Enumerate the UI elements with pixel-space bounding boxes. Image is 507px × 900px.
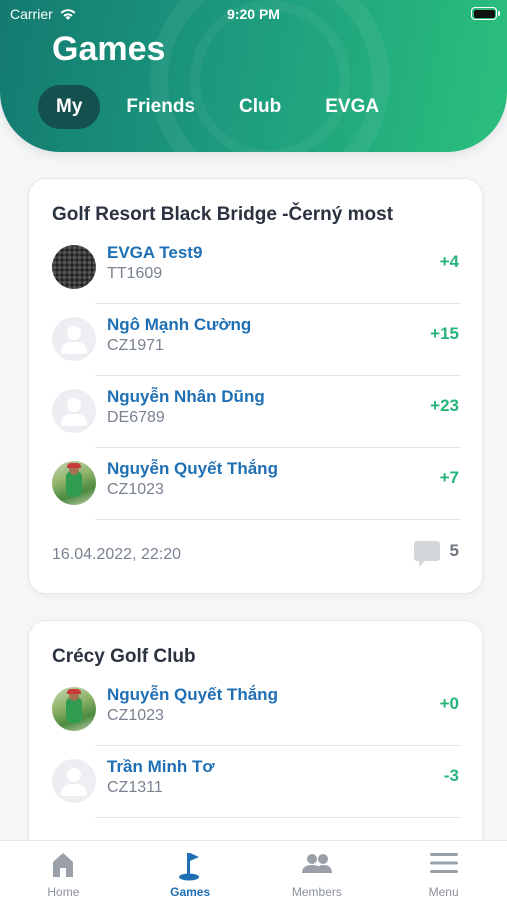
nav-members-label: Members — [291, 885, 342, 899]
player-name: Nguyễn Quyết Thắng — [107, 685, 278, 704]
tab-my[interactable]: My — [38, 85, 101, 129]
player-score: +0 — [439, 694, 459, 713]
player-row[interactable]: Ngô Mạnh Cường CZ1971 +15 — [29, 304, 484, 376]
player-score: +7 — [439, 468, 459, 487]
golf-flag-icon — [179, 853, 200, 881]
player-score: +15 — [430, 324, 459, 343]
header: Carrier 9:20 PM Games My Friends Club EV… — [0, 0, 507, 152]
player-code: CZ1023 — [107, 481, 164, 498]
nav-games[interactable]: Games — [127, 841, 254, 900]
comment-count: 5 — [449, 541, 459, 560]
tab-bar: My Friends Club EVGA — [38, 85, 397, 129]
player-row[interactable]: Trần Minh Tơ CZ1311 -3 — [29, 746, 484, 818]
nav-home[interactable]: Home — [0, 841, 127, 900]
player-score: +23 — [430, 396, 459, 415]
nav-menu-label: Menu — [428, 885, 459, 899]
menu-icon — [429, 853, 458, 873]
avatar-placeholder — [52, 389, 96, 433]
avatar-photo — [52, 687, 96, 731]
divider — [95, 817, 461, 818]
player-row[interactable]: EVGA Test9 TT1609 +4 — [29, 232, 484, 304]
player-code: CZ1311 — [107, 779, 163, 796]
avatar-photo — [52, 461, 96, 505]
player-code: TT1609 — [107, 265, 163, 282]
nav-members[interactable]: Members — [254, 841, 381, 900]
player-code: CZ1971 — [107, 337, 164, 354]
avatar-placeholder — [52, 317, 96, 361]
avatar-golf-ball — [52, 245, 96, 289]
player-name: EVGA Test9 — [107, 243, 203, 262]
player-name: Nguyễn Quyết Thắng — [107, 459, 278, 478]
divider — [95, 519, 461, 520]
battery-icon — [471, 7, 500, 20]
player-row[interactable]: Nguyễn Nhân Dũng DE6789 +23 — [29, 376, 484, 448]
nav-menu[interactable]: Menu — [380, 841, 507, 900]
player-name: Ngô Mạnh Cường — [107, 315, 252, 334]
members-icon — [301, 854, 332, 873]
player-code: CZ1023 — [107, 707, 164, 724]
nav-home-label: Home — [47, 885, 80, 899]
course-name: Crécy Golf Club — [52, 646, 196, 667]
player-name: Nguyễn Nhân Dũng — [107, 387, 265, 406]
player-code: DE6789 — [107, 409, 165, 426]
comments-button[interactable]: 5 — [413, 541, 459, 567]
bottom-nav: Home Games Members Menu — [0, 840, 507, 900]
avatar-placeholder — [52, 759, 96, 803]
player-score: -3 — [443, 766, 459, 785]
status-bar: Carrier 9:20 PM — [0, 0, 507, 28]
page-title: Games — [52, 30, 166, 68]
tab-friends[interactable]: Friends — [108, 85, 213, 129]
tab-evga[interactable]: EVGA — [307, 85, 397, 129]
nav-games-label: Games — [170, 885, 211, 899]
player-row[interactable]: Nguyễn Quyết Thắng CZ1023 +7 — [29, 448, 484, 520]
status-time: 9:20 PM — [227, 6, 280, 22]
comment-icon — [413, 541, 440, 567]
player-score: +4 — [439, 252, 459, 271]
game-date: 16.04.2022, 22:20 — [52, 546, 182, 563]
player-name: Trần Minh Tơ — [107, 757, 215, 776]
player-row[interactable]: Nguyễn Quyết Thắng CZ1023 +0 — [29, 674, 484, 746]
game-card[interactable]: Golf Resort Black Bridge -Černý most EVG… — [28, 178, 483, 594]
course-name: Golf Resort Black Bridge -Černý most — [52, 204, 394, 225]
tab-club[interactable]: Club — [221, 85, 299, 129]
home-icon — [53, 853, 74, 877]
